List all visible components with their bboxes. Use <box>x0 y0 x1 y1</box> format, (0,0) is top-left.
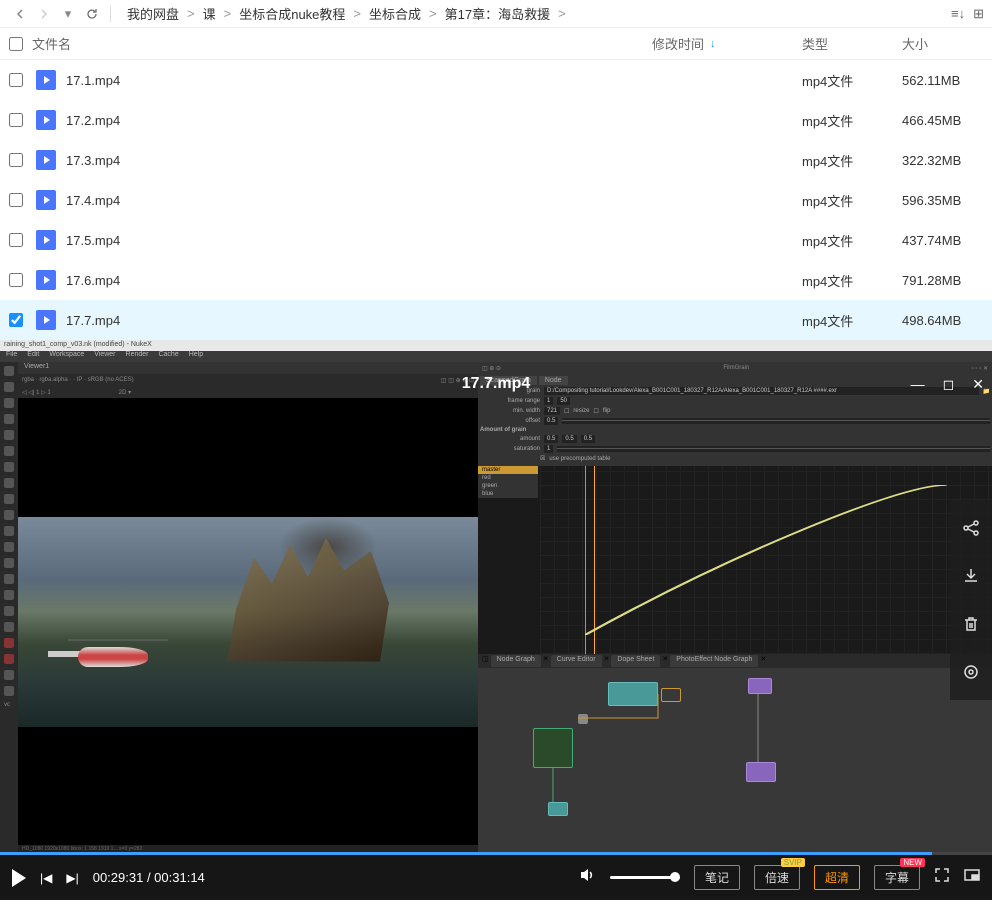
file-row[interactable]: 17.5.mp4 mp4文件 437.74MB <box>0 220 992 260</box>
nuke-properties-panel: ◫ ⊕ ⊖FilmGrain▫ ▫ ▫ ✕ ScannedGrainNode g… <box>478 362 992 855</box>
volume-slider[interactable] <box>610 876 680 879</box>
time-display: 00:29:31 / 00:31:14 <box>93 870 205 885</box>
delete-icon[interactable] <box>961 614 981 634</box>
file-size: 791.28MB <box>902 273 992 288</box>
share-icon[interactable] <box>961 518 981 538</box>
nav-back[interactable] <box>8 2 32 26</box>
crumb-0[interactable]: 我的网盘 <box>125 4 181 23</box>
file-name: 17.7.mp4 <box>66 313 120 328</box>
nuke-viewer-panel: Viewer1 rgba · rgba.alpha · · IP · sRGB … <box>18 362 478 855</box>
file-type: mp4文件 <box>802 111 902 130</box>
top-nav: ▾ 我的网盘> 课> 坐标合成nuke教程> 坐标合成> 第17章：海岛救援> … <box>0 0 992 28</box>
nuke-menubar: FileEditWorkspaceViewerRenderCacheHelp <box>0 351 992 362</box>
video-player: raining_shot1_comp_v03.nk (modified) - N… <box>0 340 992 900</box>
file-checkbox[interactable] <box>9 273 23 287</box>
prev-button[interactable]: |◀ <box>40 871 52 885</box>
file-size: 437.74MB <box>902 233 992 248</box>
file-row[interactable]: 17.6.mp4 mp4文件 791.28MB <box>0 260 992 300</box>
video-title: 17.7.mp4 <box>462 375 530 393</box>
col-name[interactable]: 文件名 <box>28 34 652 53</box>
notes-button[interactable]: 笔记 <box>694 865 740 890</box>
file-list-header: 文件名 修改时间↓ 类型 大小 <box>0 28 992 60</box>
video-content: raining_shot1_comp_v03.nk (modified) - N… <box>0 340 992 855</box>
file-size: 596.35MB <box>902 193 992 208</box>
nav-forward[interactable] <box>32 2 56 26</box>
file-name: 17.3.mp4 <box>66 153 120 168</box>
file-checkbox[interactable] <box>9 313 23 327</box>
sort-arrow-icon: ↓ <box>710 38 716 50</box>
next-button[interactable]: ▶| <box>66 871 78 885</box>
file-type: mp4文件 <box>802 191 902 210</box>
video-file-icon <box>36 230 56 250</box>
file-size: 498.64MB <box>902 313 992 328</box>
file-name: 17.5.mp4 <box>66 233 120 248</box>
nuke-toolbar: vc <box>0 362 18 855</box>
file-type: mp4文件 <box>802 271 902 290</box>
view-icon[interactable]: ⊞ <box>973 6 984 22</box>
crumb-1[interactable]: 课 <box>201 4 218 23</box>
video-file-icon <box>36 310 56 330</box>
file-checkbox[interactable] <box>9 233 23 247</box>
col-size[interactable]: 大小 <box>902 34 992 53</box>
side-toolbar <box>950 500 992 700</box>
file-type: mp4文件 <box>802 151 902 170</box>
settings-icon[interactable] <box>961 662 981 682</box>
volume-icon[interactable] <box>578 866 596 889</box>
file-type: mp4文件 <box>802 71 902 90</box>
nav-dropdown[interactable]: ▾ <box>56 2 80 26</box>
file-name: 17.2.mp4 <box>66 113 120 128</box>
player-controls: |◀ ▶| 00:29:31 / 00:31:14 笔记 倍速SVIP 超清 字… <box>0 855 992 900</box>
sort-icon[interactable]: ≡↓ <box>951 6 965 21</box>
crumb-4[interactable]: 第17章：海岛救援 <box>443 4 552 23</box>
file-size: 562.11MB <box>902 73 992 88</box>
file-row[interactable]: 17.3.mp4 mp4文件 322.32MB <box>0 140 992 180</box>
speed-button[interactable]: 倍速SVIP <box>754 865 800 890</box>
file-size: 322.32MB <box>902 153 992 168</box>
file-type: mp4文件 <box>802 231 902 250</box>
video-file-icon <box>36 150 56 170</box>
file-row[interactable]: 17.4.mp4 mp4文件 596.35MB <box>0 180 992 220</box>
file-name: 17.6.mp4 <box>66 273 120 288</box>
download-icon[interactable] <box>961 566 981 586</box>
video-file-icon <box>36 110 56 130</box>
file-list: 17.1.mp4 mp4文件 562.11MB 17.2.mp4 mp4文件 4… <box>0 60 992 340</box>
file-checkbox[interactable] <box>9 193 23 207</box>
quality-button[interactable]: 超清 <box>814 865 860 890</box>
minimize-button[interactable]: — <box>911 376 925 393</box>
file-size: 466.45MB <box>902 113 992 128</box>
col-time[interactable]: 修改时间↓ <box>652 34 802 53</box>
pip-button[interactable] <box>964 867 980 888</box>
file-checkbox[interactable] <box>9 153 23 167</box>
fullscreen-button[interactable] <box>934 867 950 888</box>
subtitle-button[interactable]: 字幕NEW <box>874 865 920 890</box>
progress-bar[interactable] <box>0 852 992 855</box>
file-row[interactable]: 17.2.mp4 mp4文件 466.45MB <box>0 100 992 140</box>
close-button[interactable]: ✕ <box>972 376 984 393</box>
play-button[interactable] <box>12 869 26 887</box>
maximize-button[interactable]: ◻ <box>943 376 955 393</box>
crumb-2[interactable]: 坐标合成nuke教程 <box>237 4 347 23</box>
nuke-titlebar: raining_shot1_comp_v03.nk (modified) - N… <box>0 340 992 351</box>
file-row[interactable]: 17.1.mp4 mp4文件 562.11MB <box>0 60 992 100</box>
file-name: 17.1.mp4 <box>66 73 120 88</box>
file-checkbox[interactable] <box>9 113 23 127</box>
breadcrumb: 我的网盘> 课> 坐标合成nuke教程> 坐标合成> 第17章：海岛救援> <box>125 4 951 23</box>
video-file-icon <box>36 270 56 290</box>
video-file-icon <box>36 190 56 210</box>
col-type[interactable]: 类型 <box>802 34 902 53</box>
file-type: mp4文件 <box>802 311 902 330</box>
select-all-checkbox[interactable] <box>9 37 23 51</box>
file-checkbox[interactable] <box>9 73 23 87</box>
video-file-icon <box>36 70 56 90</box>
file-row[interactable]: 17.7.mp4 mp4文件 498.64MB <box>0 300 992 340</box>
crumb-3[interactable]: 坐标合成 <box>367 4 423 23</box>
file-name: 17.4.mp4 <box>66 193 120 208</box>
nav-refresh[interactable] <box>80 2 104 26</box>
